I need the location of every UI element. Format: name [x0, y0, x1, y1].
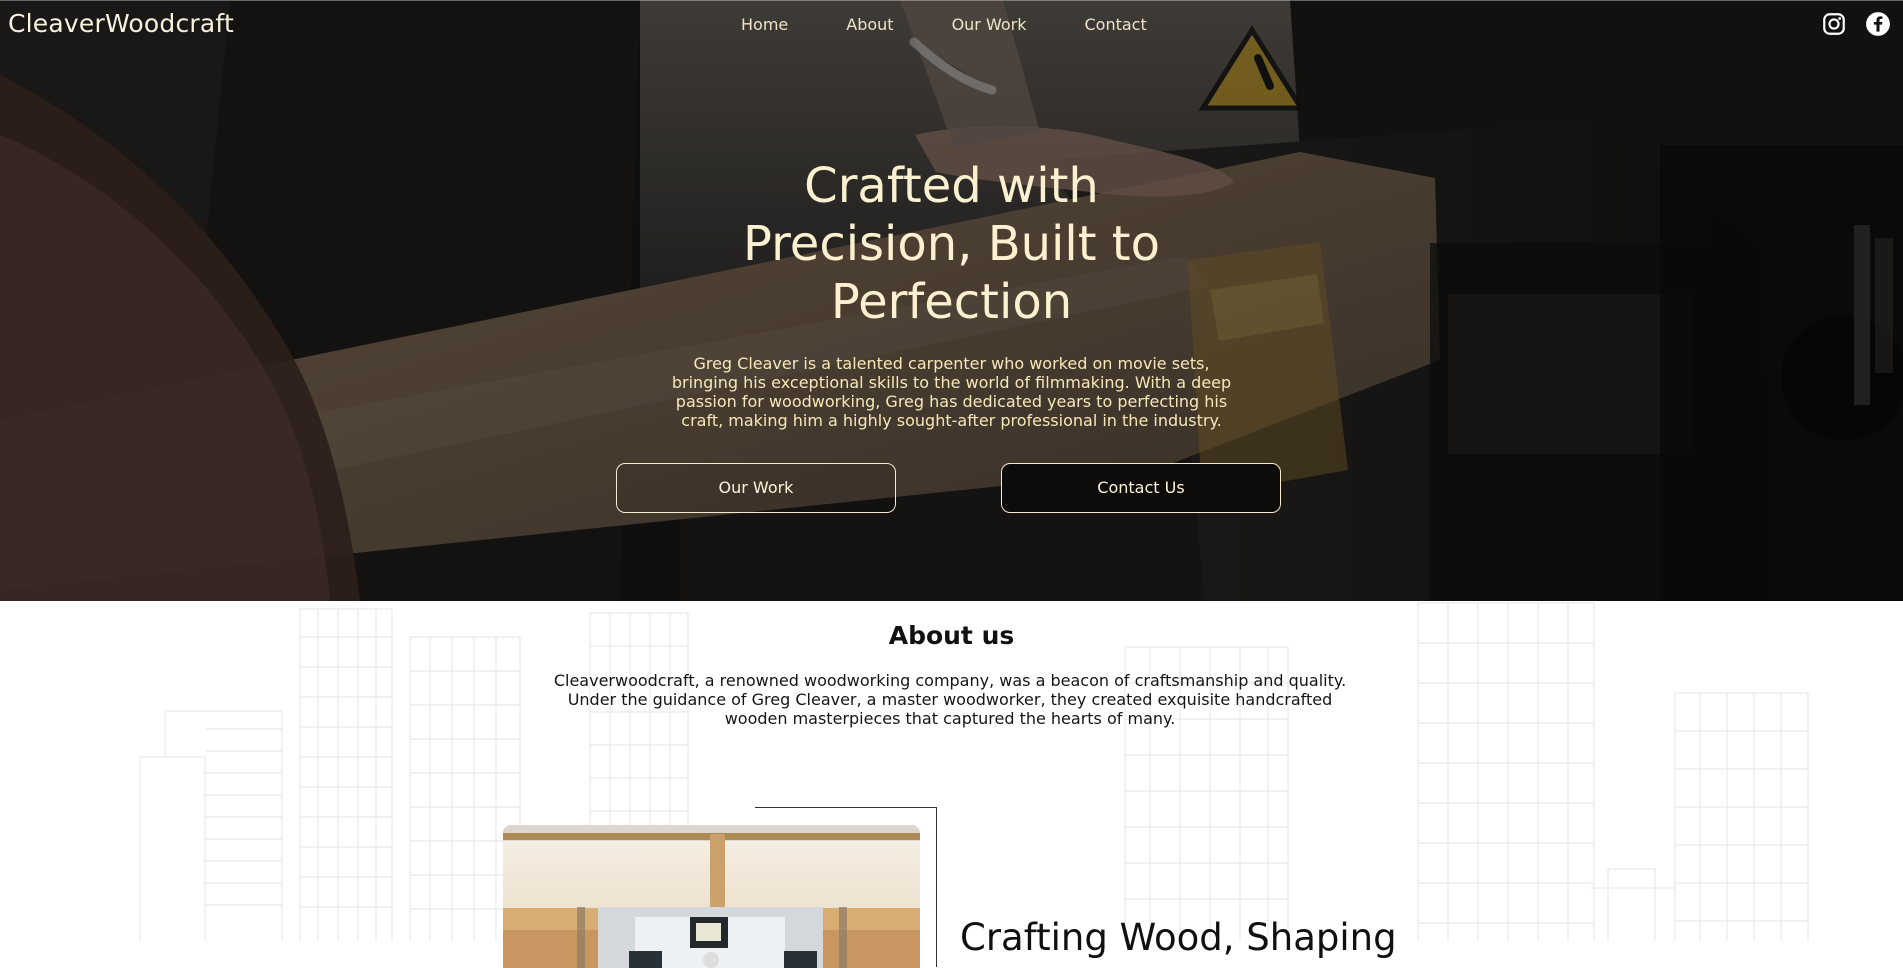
hero-description: Greg Cleaver is a talented carpenter who… [671, 354, 1232, 430]
building-sketch-background [139, 602, 1809, 941]
hero-title: Crafted with Precision, Built to Perfect… [692, 157, 1212, 331]
hero-title-line-3: Perfection [830, 274, 1073, 330]
instagram-icon[interactable] [1821, 11, 1847, 37]
social-links [1821, 11, 1891, 37]
main-nav: Home About Our Work Contact [741, 17, 1205, 33]
nav-about[interactable]: About [846, 17, 893, 33]
nav-home[interactable]: Home [741, 17, 788, 33]
about-section: About us Cleaverwoodcraft, a renowned wo… [0, 601, 1903, 968]
hero-content: Crafted with Precision, Built to Perfect… [0, 157, 1903, 430]
featured-workshop-image [503, 825, 920, 968]
nav-contact[interactable]: Contact [1084, 17, 1146, 33]
workshop-display-image [503, 825, 920, 968]
hero-title-line-2: Precision, Built to [743, 216, 1160, 272]
facebook-icon[interactable] [1865, 11, 1891, 37]
about-heading: About us [888, 621, 1015, 650]
nav-our-work[interactable]: Our Work [952, 17, 1027, 33]
contact-us-button[interactable]: Contact Us [1001, 463, 1281, 513]
featured-work-card [503, 807, 937, 968]
about-description: Cleaverwoodcraft, a renowned woodworking… [553, 671, 1347, 728]
site-logo[interactable]: CleaverWoodcraft [8, 11, 234, 36]
hero-section: CleaverWoodcraft Home About Our Work Con… [0, 0, 1903, 601]
our-work-button[interactable]: Our Work [616, 463, 896, 513]
page: CleaverWoodcraft Home About Our Work Con… [0, 0, 1903, 968]
hero-title-line-1: Crafted with [804, 158, 1099, 214]
crafting-subheading: Crafting Wood, Shaping [960, 916, 1397, 959]
hero-actions: Our Work Contact Us [616, 463, 1284, 515]
site-header: CleaverWoodcraft Home About Our Work Con… [0, 0, 1903, 53]
